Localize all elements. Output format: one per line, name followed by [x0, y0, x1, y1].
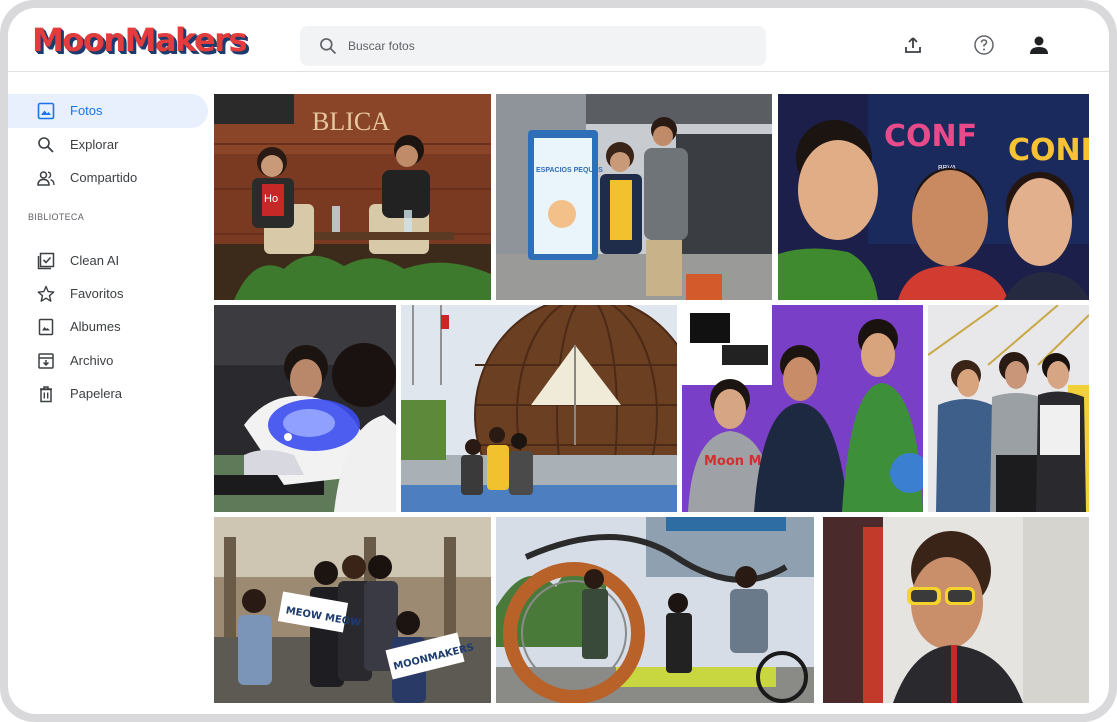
- photo-tile[interactable]: [496, 517, 814, 703]
- photo-tile[interactable]: [823, 517, 1089, 703]
- sidebar: Fotos Explorar Compartido BIBLIOTECA Cle…: [8, 73, 213, 714]
- photo-shirt-text: Ho: [264, 193, 278, 205]
- sidebar-item-papelera[interactable]: Papelera: [8, 377, 208, 411]
- poster-title: ESPACIOS PEQUES: [536, 167, 603, 174]
- photo-tile[interactable]: Moon Makers: [682, 305, 923, 512]
- sidebar-item-label: Explorar: [70, 137, 119, 152]
- photo-courtyard-group: MEOW MEOW MOONMAKERS: [214, 517, 491, 703]
- photo-ring-sculpture: [496, 517, 814, 703]
- photo-sunglasses-boy: [823, 517, 1089, 703]
- upload-button[interactable]: [901, 33, 925, 57]
- photo-globe-dome: [401, 305, 677, 512]
- search-icon: [38, 137, 54, 153]
- photo-icon: [37, 102, 55, 120]
- sidebar-item-favoritos[interactable]: Favoritos: [8, 277, 208, 311]
- sidebar-item-fotos[interactable]: Fotos: [8, 94, 208, 128]
- archive-icon: [38, 353, 54, 369]
- checkbox-icon: [37, 252, 55, 270]
- search-input[interactable]: [348, 26, 748, 66]
- photo-tile[interactable]: BLICA Ho: [214, 94, 491, 300]
- photo-sign-text: BLICA: [312, 107, 390, 136]
- photo-three-friends: [928, 305, 1089, 512]
- upload-icon: [905, 37, 921, 53]
- sidebar-item-label: Favoritos: [70, 286, 124, 301]
- top-bar: MoonMakers: [8, 8, 1109, 72]
- sidebar-item-albumes[interactable]: Albumes: [8, 310, 208, 344]
- sidebar-item-archivo[interactable]: Archivo: [8, 344, 208, 378]
- help-button[interactable]: [972, 33, 996, 57]
- help-icon: [974, 35, 994, 55]
- sidebar-item-label: Archivo: [70, 353, 114, 368]
- photo-tile[interactable]: [928, 305, 1089, 512]
- photo-stage-talk: BLICA Ho: [214, 94, 491, 300]
- star-icon: [37, 285, 55, 302]
- section-title-biblioteca: BIBLIOTECA: [28, 212, 85, 222]
- photo-kids-poster: ESPACIOS PEQUES: [496, 94, 772, 300]
- account-button[interactable]: [1027, 33, 1051, 57]
- search-bar[interactable]: [300, 26, 766, 66]
- svg-text:CONF: CONF: [1008, 133, 1089, 168]
- photo-tile[interactable]: [401, 305, 677, 512]
- photo-purple-wall: Moon Makers: [682, 305, 923, 512]
- photo-tile[interactable]: CONF CONF BBVA: [778, 94, 1089, 300]
- sidebar-item-clean-ai[interactable]: Clean AI: [8, 244, 208, 278]
- photo-tile[interactable]: ESPACIOS PEQUES: [496, 94, 772, 300]
- sidebar-item-label: Papelera: [70, 386, 123, 401]
- sidebar-item-explorar[interactable]: Explorar: [8, 128, 208, 162]
- sidebar-item-label: Albumes: [70, 319, 121, 334]
- sidebar-item-label: Fotos: [70, 103, 103, 118]
- sidebar-item-label: Compartido: [70, 170, 138, 185]
- sidebar-item-compartido[interactable]: Compartido: [8, 161, 208, 195]
- people-icon: [37, 171, 55, 186]
- album-icon: [38, 318, 54, 336]
- photo-tile[interactable]: MEOW MEOW MOONMAKERS: [214, 517, 491, 703]
- trash-icon: [40, 386, 52, 403]
- search-icon: [320, 38, 337, 55]
- banner-text: CONF: [884, 119, 977, 154]
- photo-lab-uv: [214, 305, 396, 512]
- photo-selfie-conf: CONF CONF BBVA: [778, 94, 1089, 300]
- app-window: MoonMakers Buscar fotos Fotos Explorar C…: [8, 8, 1109, 714]
- photo-tile[interactable]: [214, 305, 396, 512]
- sidebar-item-label: Clean AI: [70, 253, 120, 268]
- app-logo[interactable]: MoonMakers: [32, 18, 247, 62]
- account-icon: [1030, 36, 1048, 54]
